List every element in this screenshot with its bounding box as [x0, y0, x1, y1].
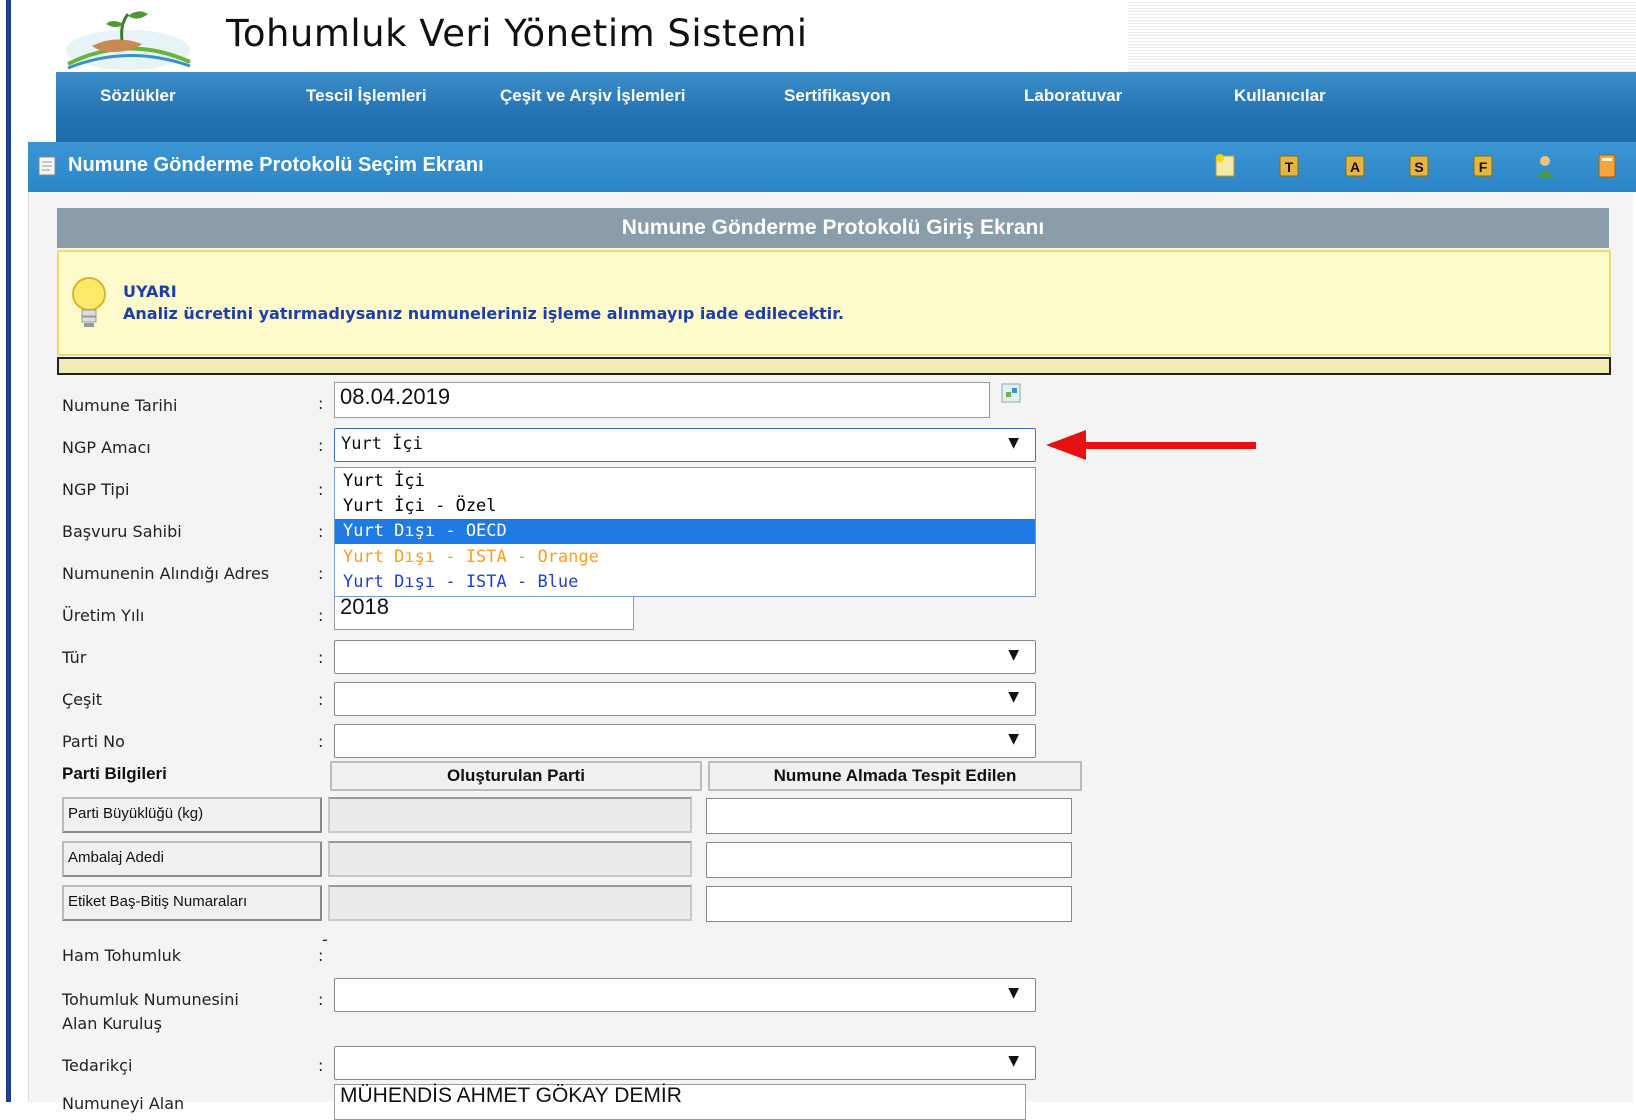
main-navbar: Sözlükler Tescil İşlemleri Çeşit ve Arşi… [56, 72, 1636, 142]
nav-item-sertifikasyon[interactable]: Sertifikasyon [784, 86, 891, 106]
calendar-icon[interactable] [1001, 383, 1021, 403]
chevron-down-icon: ▼ [1008, 985, 1019, 1001]
chevron-down-icon: ▼ [1008, 689, 1019, 705]
colon: : [318, 648, 324, 667]
ambalaj-adedi-tespit-input[interactable] [706, 842, 1072, 878]
uretim-yili-input[interactable]: 2018 [334, 594, 634, 630]
parti-buyuklugu-olusturulan-input [328, 797, 692, 833]
left-frame-border [0, 0, 14, 1102]
option-yurt-disi-ista-blue[interactable]: Yurt Dışı - ISTA - Blue [335, 570, 1035, 595]
option-yurt-ici[interactable]: Yurt İçi [335, 469, 1035, 494]
ham-tohumluk-label: Ham Tohumluk [62, 946, 182, 965]
ngp-amaci-dropdown-list: Yurt İçi Yurt İçi - Özel Yurt Dışı - OEC… [334, 467, 1036, 597]
ambalaj-adedi-label: Ambalaj Adedi [62, 841, 322, 877]
tedarikci-label: Tedarikçi [62, 1056, 133, 1075]
ngp-amaci-label: NGP Amacı [62, 438, 151, 457]
ham-tohumluk-value: - [322, 930, 328, 949]
etiket-numaralari-olusturulan-input [328, 885, 692, 921]
tur-select[interactable]: ▼ [334, 640, 1036, 674]
numune-tarihi-input[interactable]: 08.04.2019 [334, 382, 990, 418]
logo-icon [66, 11, 191, 70]
nav-item-laboratuvar[interactable]: Laboratuvar [1024, 86, 1122, 106]
alindigi-adres-label: Numunenin Alındığı Adres [62, 564, 270, 583]
new-document-icon[interactable] [1212, 152, 1238, 180]
parti-buyuklugu-tespit-input[interactable] [706, 798, 1072, 834]
s-icon[interactable]: S [1406, 152, 1432, 180]
chevron-down-icon: ▼ [1008, 435, 1019, 451]
user-icon[interactable] [1532, 152, 1558, 180]
ambalaj-adedi-olusturulan-input [328, 841, 692, 877]
chevron-down-icon: ▼ [1008, 647, 1019, 663]
option-yurt-disi-ista-orange[interactable]: Yurt Dışı - ISTA - Orange [335, 545, 1035, 570]
colon: : [318, 732, 324, 751]
colon: : [318, 690, 324, 709]
sub-header-bar: Numune Gönderme Protokolü Seçim Ekranı T… [28, 142, 1636, 192]
basvuru-sahibi-label: Başvuru Sahibi [62, 522, 182, 541]
ngp-tipi-label: NGP Tipi [62, 480, 130, 499]
olusturulan-parti-header: Oluşturulan Parti [330, 761, 702, 791]
parti-no-label: Parti No [62, 732, 125, 751]
colon: : [318, 564, 324, 583]
svg-text:T: T [1285, 159, 1294, 175]
colon: : [318, 990, 324, 1009]
a-icon[interactable]: A [1342, 152, 1368, 180]
svg-text:A: A [1350, 159, 1360, 175]
numune-alan-label: Numuneyi Alan [62, 1094, 185, 1113]
numune-alan-input[interactable]: MÜHENDİS AHMET GÖKAY DEMİR [334, 1084, 1026, 1120]
nav-item-sozlukler[interactable]: Sözlükler [100, 86, 176, 106]
nav-item-cesit-arsiv[interactable]: Çeşit ve Arşiv İşlemleri [500, 86, 686, 106]
numune-almada-header: Numune Almada Tespit Edilen [708, 761, 1082, 791]
numune-tarihi-label: Numune Tarihi [62, 396, 178, 415]
app-title: Tohumluk Veri Yönetim Sistemi [226, 12, 808, 55]
cesit-label: Çeşit [62, 690, 103, 709]
divider-bar [57, 357, 1611, 375]
alan-kurulus-label-line2: Alan Kuruluş [62, 1014, 162, 1033]
colon: : [318, 1056, 324, 1075]
svg-text:F: F [1479, 159, 1488, 175]
colon: : [318, 606, 324, 625]
etiket-numaralari-label: Etiket Baş-Bitiş Numaraları [62, 885, 322, 921]
header-decoration [1128, 0, 1636, 72]
chevron-down-icon: ▼ [1008, 731, 1019, 747]
page-title: Numune Gönderme Protokolü Seçim Ekranı [68, 154, 484, 176]
t-icon[interactable]: T [1276, 152, 1302, 180]
f-icon[interactable]: F [1470, 152, 1496, 180]
warning-title: UYARI [123, 282, 177, 301]
parti-no-select[interactable]: ▼ [334, 724, 1036, 758]
nav-item-kullanicilar[interactable]: Kullanıcılar [1234, 86, 1326, 106]
option-yurt-ici-ozel[interactable]: Yurt İçi - Özel [335, 494, 1035, 519]
colon: : [318, 394, 324, 413]
warning-box: UYARI Analiz ücretini yatırmadıysanız nu… [57, 250, 1611, 356]
alan-kurulus-select[interactable]: ▼ [334, 978, 1036, 1012]
option-yurt-disi-oecd[interactable]: Yurt Dışı - OECD [335, 519, 1035, 544]
parti-bilgileri-label: Parti Bilgileri [62, 764, 167, 783]
alan-kurulus-label-line1: Tohumluk Numunesini [62, 990, 239, 1009]
svg-text:S: S [1414, 159, 1423, 175]
uretim-yili-label: Üretim Yılı [62, 606, 145, 625]
lightbulb-icon [72, 277, 106, 327]
red-arrow-annotation [1046, 430, 1256, 460]
exit-icon[interactable] [1594, 152, 1620, 180]
document-icon [38, 156, 56, 176]
cesit-select[interactable]: ▼ [334, 682, 1036, 716]
colon: : [318, 480, 324, 499]
colon: : [318, 436, 324, 455]
panel-title: Numune Gönderme Protokolü Giriş Ekranı [57, 208, 1609, 248]
nav-item-tescil-islemleri[interactable]: Tescil İşlemleri [306, 86, 427, 106]
colon: : [318, 522, 324, 541]
etiket-numaralari-tespit-input[interactable] [706, 886, 1072, 922]
tur-label: Tür [62, 648, 87, 667]
tedarikci-select[interactable]: ▼ [334, 1046, 1036, 1080]
parti-buyuklugu-label: Parti Büyüklüğü (kg) [62, 797, 322, 833]
ngp-amaci-select[interactable]: Yurt İçi ▼ [334, 428, 1036, 462]
warning-text: Analiz ücretini yatırmadıysanız numunele… [123, 304, 844, 323]
chevron-down-icon: ▼ [1008, 1053, 1019, 1069]
ngp-amaci-value: Yurt İçi [341, 434, 423, 454]
